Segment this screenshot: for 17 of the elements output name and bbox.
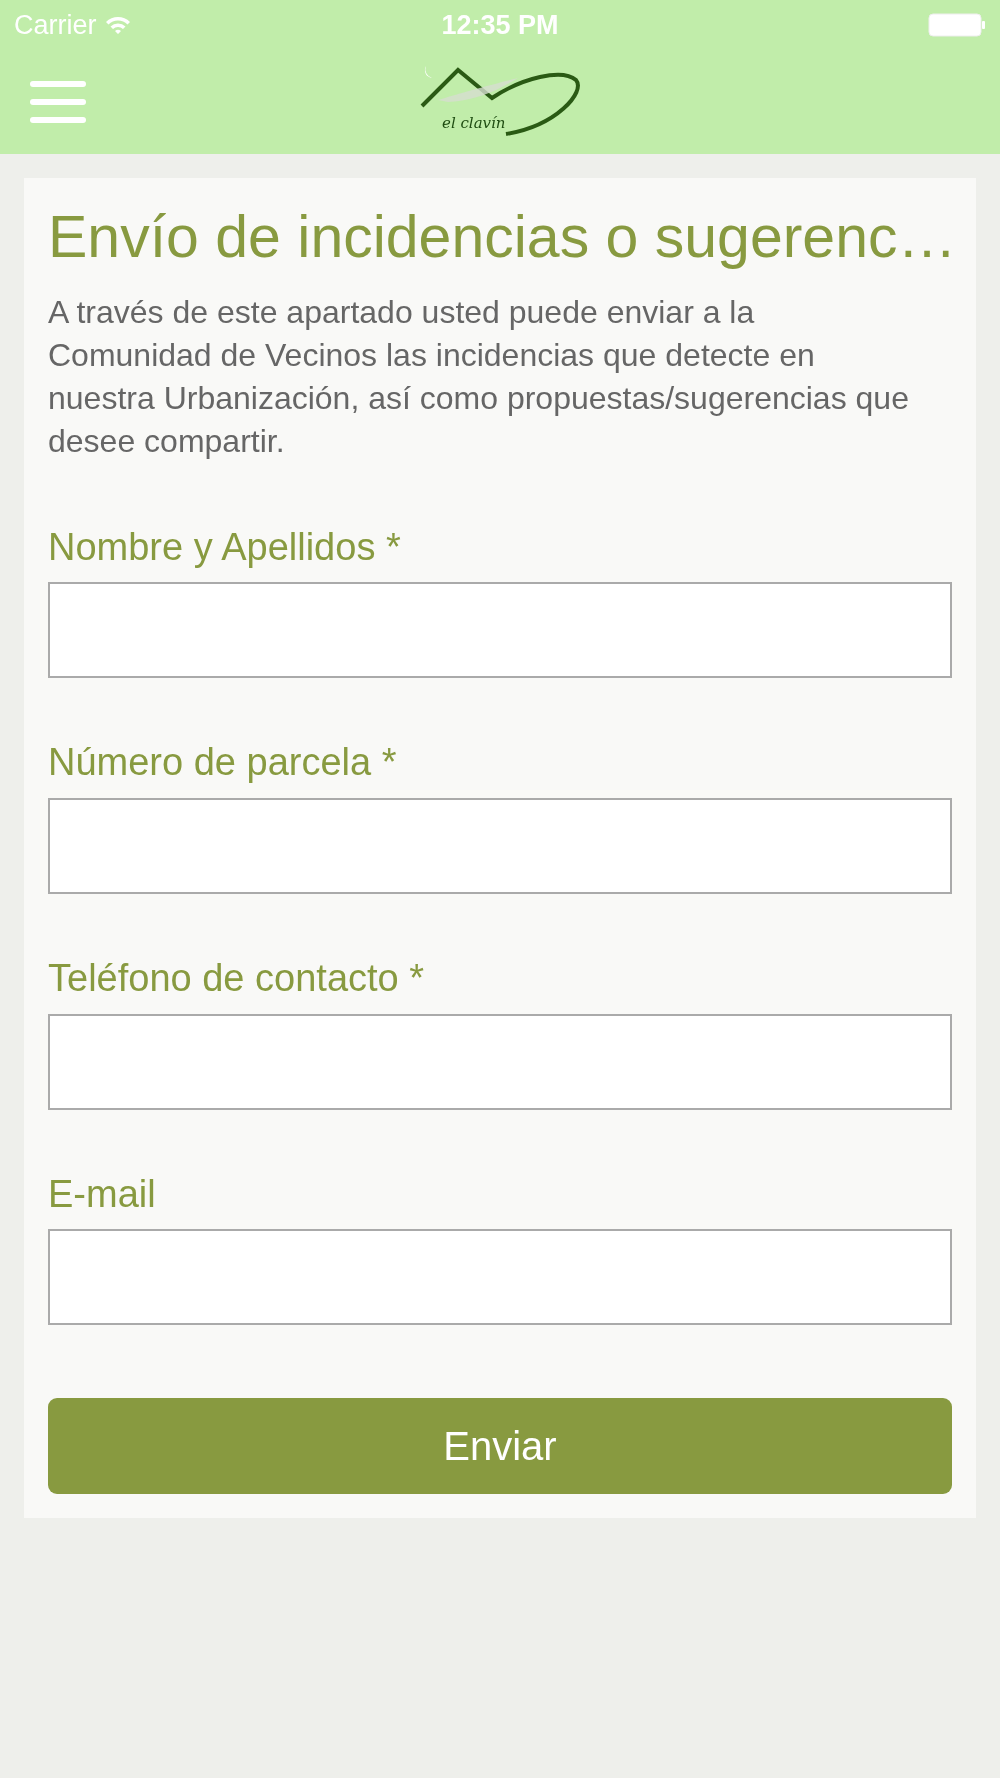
input-field[interactable]: [48, 798, 952, 894]
field-label: E-mail: [48, 1171, 157, 1217]
carrier-name: Carrier: [14, 9, 97, 41]
input-field[interactable]: [48, 582, 952, 679]
form-title: Envío de incidencias o sugerenc…: [48, 203, 952, 272]
menu-icon[interactable]: [30, 81, 86, 123]
field-label: Número de parcela *: [48, 740, 398, 786]
input-field[interactable]: [48, 1229, 952, 1326]
input-field[interactable]: [48, 1013, 952, 1110]
field-label: Teléfono de contacto *: [48, 956, 426, 1001]
field-label: Nombre y Apellidos *: [48, 524, 402, 570]
battery-icon: [928, 13, 986, 37]
status-time: 12:35 PM: [441, 9, 559, 41]
submit-button[interactable]: Enviar: [48, 1398, 952, 1495]
intro-text: A través de este apartado usted puede enviar a la Comunidad de Vecinos las incidencias que detecte en nuestra Urbanización, así como propuestas/sugerencias que desee compartir.: [48, 292, 910, 461]
logo-text: el clavín: [442, 114, 506, 132]
wifi-icon: [104, 15, 131, 35]
